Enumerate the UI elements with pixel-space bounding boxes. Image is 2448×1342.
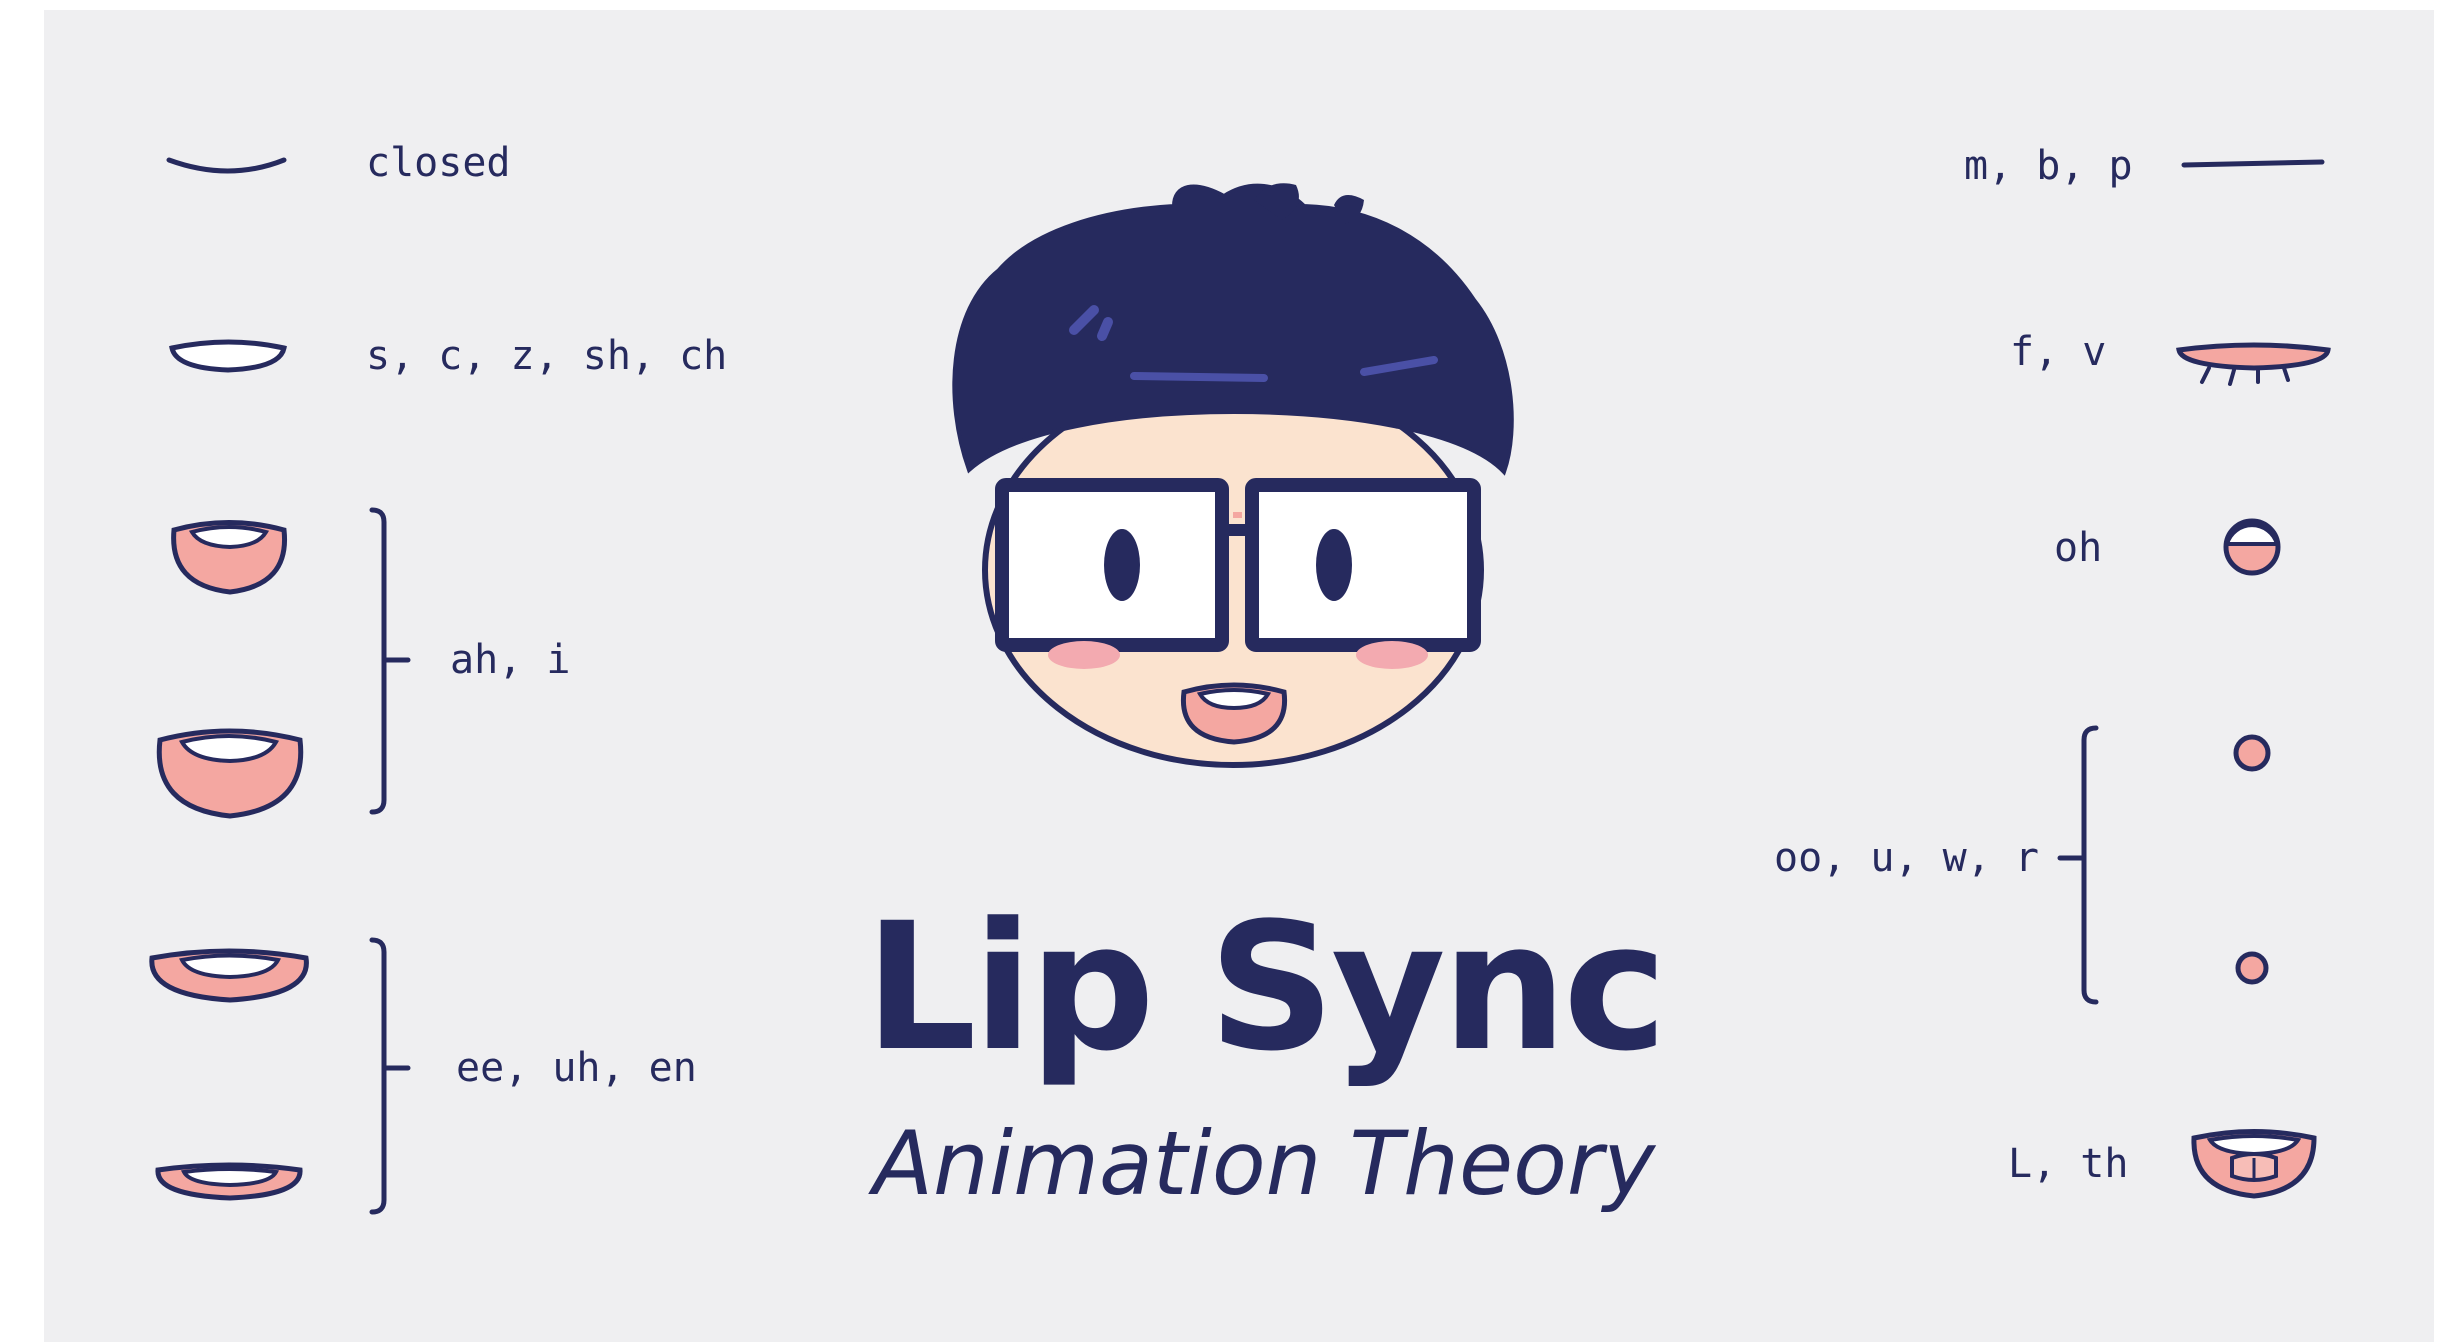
- mouth-oo-upper-icon: [2233, 734, 2271, 772]
- label-oh: oh: [2054, 525, 2103, 571]
- label-s-c-z-sh-ch: s, c, z, sh, ch: [366, 333, 728, 379]
- mouth-ah-large-icon: [156, 728, 304, 819]
- label-f-v: f, v: [2010, 329, 2107, 375]
- label-closed: closed: [366, 140, 511, 186]
- mouth-closed-left-icon: [166, 157, 287, 174]
- mouth-ee-upper-icon: [149, 948, 309, 1003]
- character-head-icon: [952, 183, 1514, 768]
- page-title: Lip Sync: [864, 885, 1668, 1090]
- label-m-b-p: m, b, p: [1964, 143, 2133, 189]
- label-ee-uh-en: ee, uh, en: [456, 1045, 697, 1091]
- bracket-ah-i-icon: [369, 507, 411, 815]
- mouth-f-v-icon: [2176, 342, 2331, 386]
- mouth-m-b-p-icon: [2181, 159, 2325, 168]
- page-subtitle: Animation Theory: [872, 1112, 1656, 1215]
- mouth-ee-lower-icon: [155, 1162, 303, 1201]
- label-oo-u-w-r: oo, u, w, r: [1774, 835, 2039, 881]
- mouth-oo-lower-icon: [2235, 951, 2269, 985]
- lip-sync-poster: closed s, c, z, sh, ch ah, i ee, uh, en …: [44, 10, 2434, 1342]
- label-l-th: L, th: [2008, 1141, 2129, 1187]
- mouth-oh-icon: [2223, 518, 2281, 576]
- mouth-ah-small-icon: [171, 520, 288, 595]
- bracket-ee-uh-en-icon: [369, 937, 411, 1215]
- mouth-s-c-z-icon: [169, 339, 287, 373]
- mouth-l-th-icon: [2191, 1129, 2317, 1199]
- bracket-oo-u-w-r-icon: [2057, 725, 2099, 1005]
- label-ah-i: ah, i: [450, 637, 571, 683]
